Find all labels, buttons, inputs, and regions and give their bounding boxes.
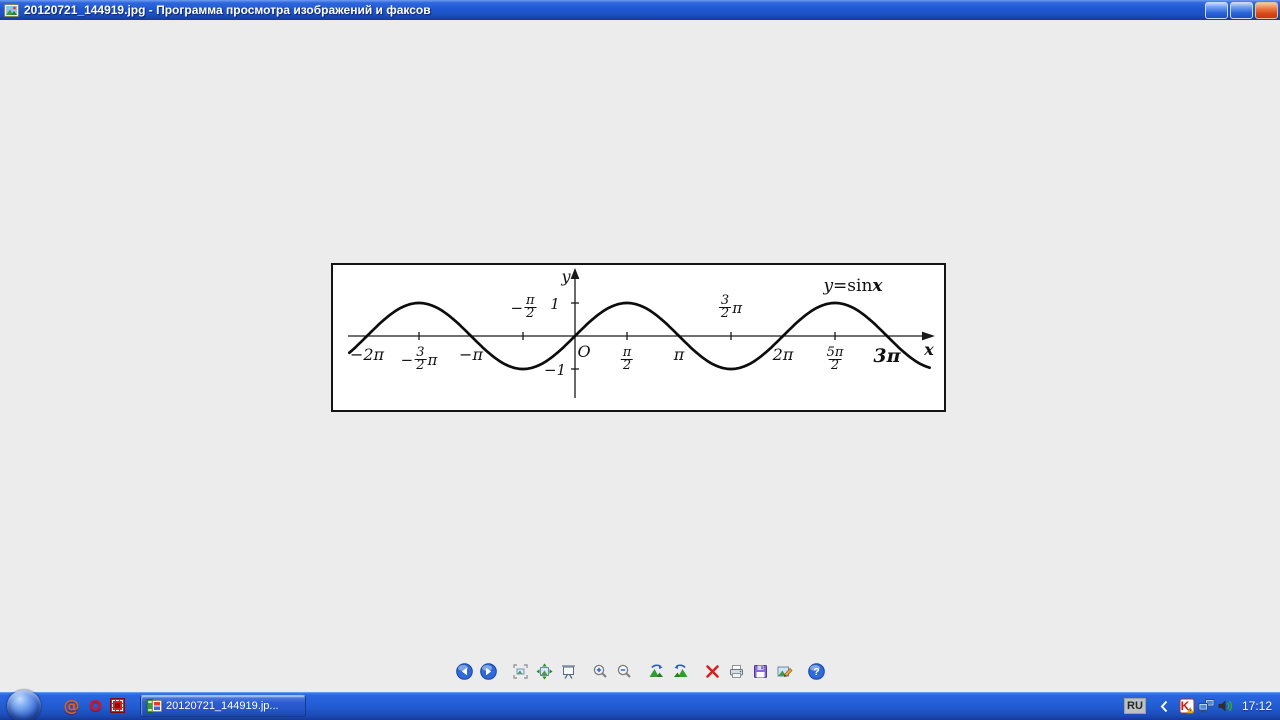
network-icon[interactable] [1198, 698, 1215, 715]
best-fit-button[interactable] [512, 663, 529, 680]
taskbar-button-image[interactable]: 20120721_144919.jp... [140, 695, 306, 717]
rotate-counterclockwise-icon [674, 663, 688, 677]
volume-icon[interactable] [1217, 698, 1234, 715]
origin-label: O [577, 342, 591, 361]
print-button[interactable] [728, 663, 745, 680]
actual-size-icon [536, 663, 553, 679]
x-tick-label: π2 [620, 345, 634, 373]
svg-text:?: ? [813, 666, 819, 678]
taskbar-button-label: 20120721_144919.jp... [166, 700, 279, 712]
x-tick-label: 3π [873, 345, 901, 367]
desktop: 20120721_144919.jpg - Программа просмотр… [0, 0, 1280, 720]
zoom-in-button[interactable] [592, 663, 609, 680]
equation-rhs: x [872, 276, 883, 296]
help-button[interactable]: ? [808, 662, 825, 680]
red-square-glyph [110, 698, 125, 713]
previous-image-button[interactable] [456, 662, 473, 680]
picture-viewer-icon [4, 3, 19, 17]
actual-size-button[interactable] [536, 663, 553, 680]
x-tick-label: −π [459, 345, 483, 364]
taskbar: @ O 20120721_144919.jp... RU K 17:12 [0, 690, 1280, 720]
rotate-counterclockwise-button[interactable] [672, 663, 689, 680]
next-image-button[interactable] [480, 662, 497, 680]
opera-icon[interactable]: O [87, 697, 104, 715]
window-controls [1205, 2, 1278, 19]
next-image-icon [480, 662, 497, 680]
equation-mid: =sin [833, 276, 873, 296]
x-tick-label: 2π [772, 345, 794, 364]
edit-button[interactable] [776, 663, 793, 680]
system-tray: RU K 17:12 [1123, 692, 1272, 720]
red-square-icon[interactable] [109, 697, 126, 714]
help-icon: ? [808, 662, 825, 680]
zoom-in-icon [593, 664, 607, 678]
language-indicator[interactable]: RU [1123, 698, 1146, 714]
start-button[interactable] [7, 690, 41, 720]
save-icon [754, 664, 767, 678]
minimize-button[interactable] [1205, 2, 1228, 19]
curve-equation: y=sinx [823, 276, 882, 296]
start-slideshow-button[interactable] [560, 663, 577, 680]
zoom-out-button[interactable] [616, 663, 633, 680]
best-fit-icon [513, 663, 528, 679]
x-tick-label: −2π [349, 345, 385, 364]
slideshow-icon [562, 664, 575, 679]
x-tick-label: 32π [718, 293, 743, 321]
copy-to-button[interactable] [752, 663, 769, 680]
window-titlebar: 20120721_144919.jpg - Программа просмотр… [0, 0, 1280, 20]
x-tick-label: π [673, 345, 685, 364]
picture-viewer-icon [146, 699, 162, 713]
previous-image-icon [456, 662, 473, 680]
zoom-out-icon [617, 664, 631, 678]
x-tick-label: 5π 2 [826, 345, 844, 373]
close-button[interactable] [1255, 2, 1278, 19]
y-tick-label: −1 [543, 361, 567, 379]
window-title: 20120721_144919.jpg - Программа просмотр… [24, 3, 431, 17]
delete-button[interactable] [704, 663, 721, 680]
kaspersky-icon[interactable]: K [1179, 698, 1196, 715]
maximize-button[interactable] [1230, 2, 1253, 19]
viewer-toolbar: ? [456, 662, 832, 680]
rotate-clockwise-icon [649, 663, 663, 677]
mail-at-icon[interactable]: @ [63, 696, 80, 715]
edit-icon [777, 666, 793, 677]
equation-lhs: y [823, 276, 834, 296]
x-tick-label: −3 2 π [400, 345, 438, 373]
x-axis-label: x [924, 340, 934, 359]
tray-clock[interactable]: 17:12 [1242, 699, 1272, 713]
y-axis-label: y [561, 267, 571, 286]
x-tick-label: − π 2 [510, 293, 537, 321]
chevron-left-icon[interactable] [1160, 700, 1169, 713]
viewer-image: y x O y=sinx −2π −3 2 π −π − π 2 π 2 π 3 2 π 2π 5π 2 3π 1−… [331, 263, 946, 412]
rotate-clockwise-button[interactable] [648, 663, 665, 680]
delete-icon [706, 664, 719, 678]
y-tick-label: 1 [550, 295, 560, 313]
print-icon [730, 664, 743, 678]
